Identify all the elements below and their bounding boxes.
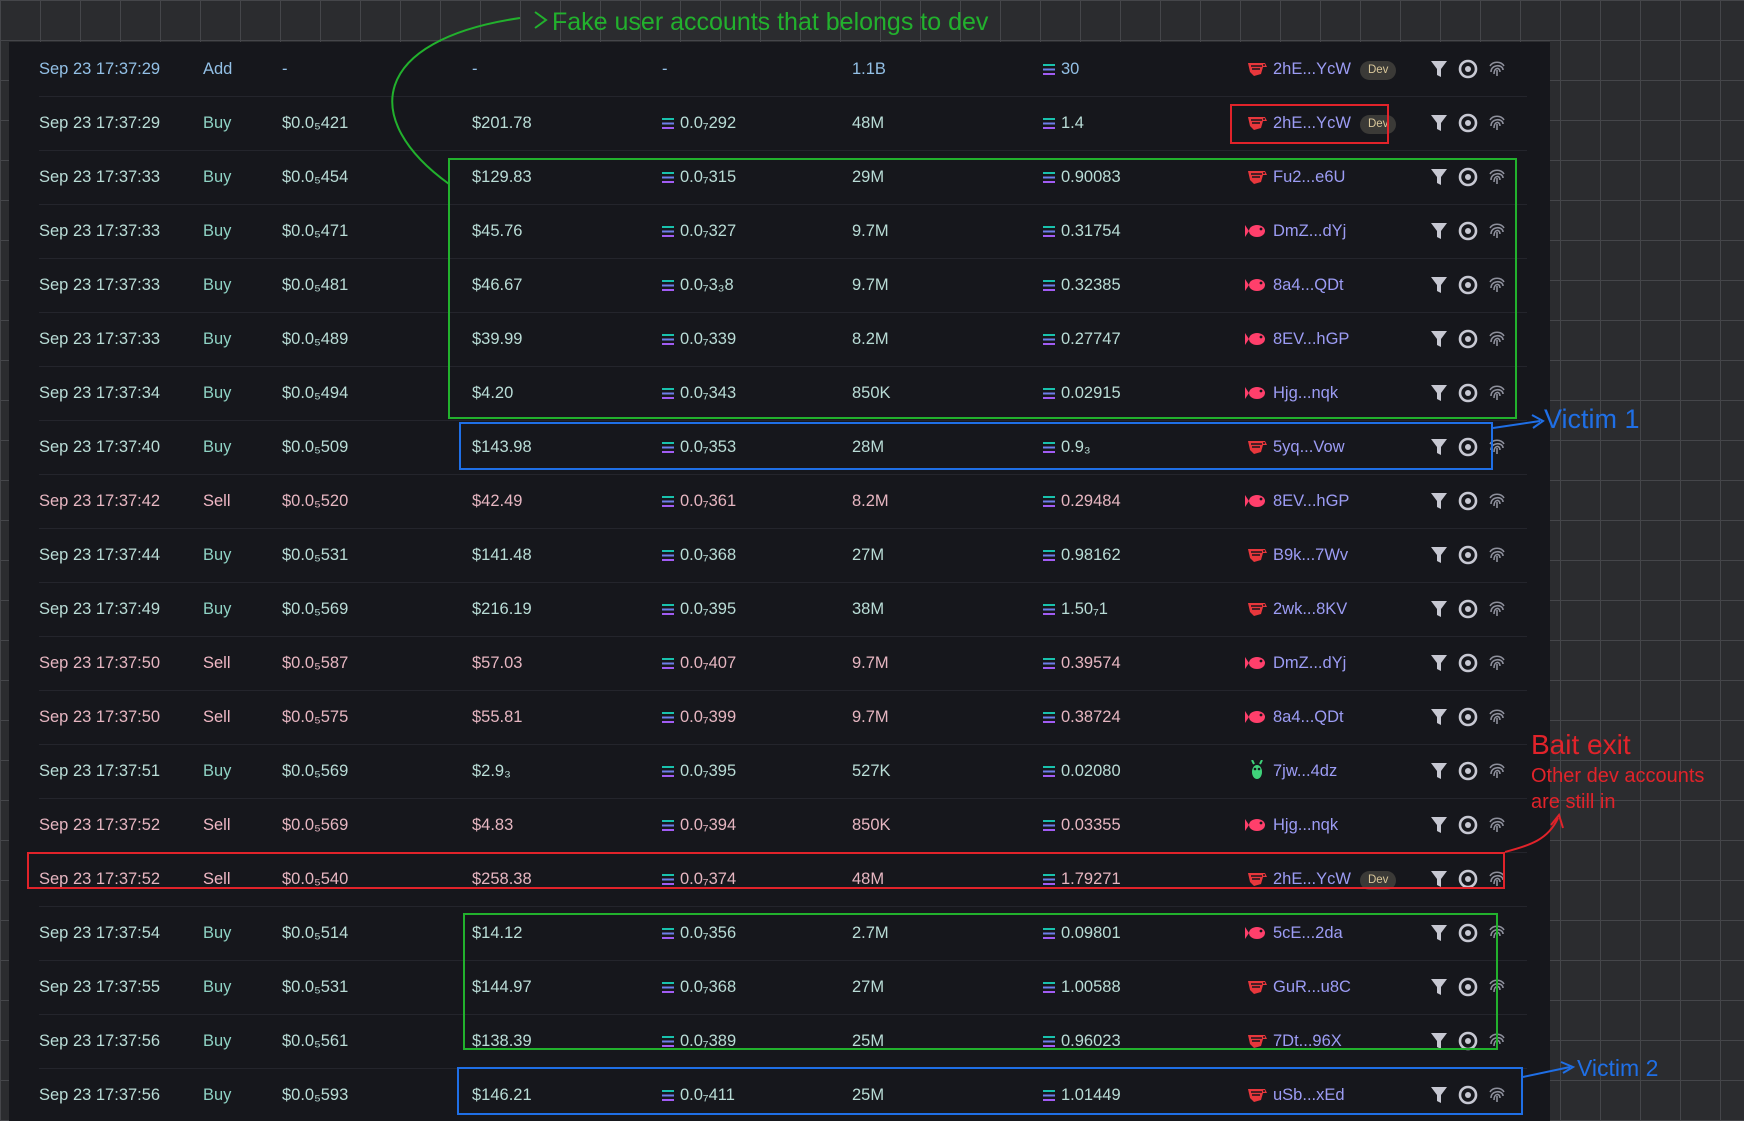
- victim2-label: Victim 2: [1577, 1055, 1659, 1081]
- bait-exit-note-2: are still in: [1531, 791, 1616, 813]
- bait-exit-label: Bait exit: [1531, 729, 1631, 760]
- fake-accounts-label: Fake user accounts that belongs to dev: [552, 8, 989, 36]
- bait-exit-arrow: [1504, 817, 1559, 853]
- bait-exit-note-1: Other dev accounts: [1531, 765, 1705, 787]
- victim1-label: Victim 1: [1544, 404, 1640, 434]
- annotation-arrows: [391, 11, 1576, 1078]
- fake-accounts-arrow: [391, 17, 521, 185]
- fake-accounts-arrowhead: [534, 11, 548, 29]
